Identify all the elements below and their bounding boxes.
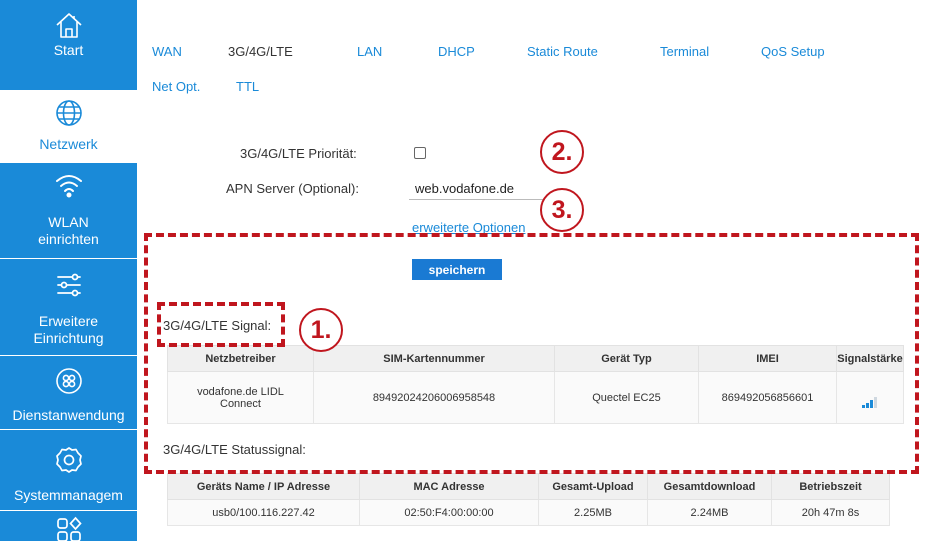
download-cell: 2.24MB: [647, 499, 772, 526]
annotation-callout-3: 3.: [540, 188, 584, 232]
sidebar-item-netzwerk[interactable]: Netzwerk: [0, 91, 137, 163]
uptime-cell: 20h 47m 8s: [771, 499, 890, 526]
priority-checkbox[interactable]: [414, 147, 426, 159]
tab-lan[interactable]: LAN: [357, 44, 382, 59]
annotation-callout-1: 1.: [299, 308, 343, 352]
sidebar-item-system[interactable]: Systemmanagem: [0, 430, 137, 510]
device-ip-cell: usb0/100.116.227.42: [167, 499, 360, 526]
status-table: Geräts Name / IP Adresse MAC Adresse Ges…: [167, 473, 890, 526]
column-header: Betriebszeit: [771, 473, 890, 500]
tab-net-opt[interactable]: Net Opt.: [152, 79, 200, 94]
sidebar-item-more[interactable]: [0, 511, 137, 541]
table-row: usb0/100.116.227.42 02:50:F4:00:00:00 2.…: [167, 499, 890, 526]
mac-address-cell: 02:50:F4:00:00:00: [359, 499, 539, 526]
wifi-icon: [52, 168, 86, 202]
table-header-row: Geräts Name / IP Adresse MAC Adresse Ges…: [167, 473, 890, 500]
sidebar-item-label: Systemmanagem: [14, 487, 123, 503]
annotation-signal-box: [157, 302, 285, 347]
apn-label: APN Server (Optional):: [226, 181, 359, 196]
sidebar-item-dienstanwendung[interactable]: Dienstanwendung: [0, 356, 137, 429]
apn-server-input[interactable]: [409, 178, 547, 200]
sidebar-item-start[interactable]: Start: [0, 0, 137, 90]
sidebar-item-label: Dienstanwendung: [12, 407, 125, 423]
annotation-callout-2: 2.: [540, 130, 584, 174]
sidebar-item-label: WLAN einrichten: [38, 214, 99, 247]
tab-terminal[interactable]: Terminal: [660, 44, 709, 59]
gear-icon: [52, 443, 86, 477]
tab-dhcp[interactable]: DHCP: [438, 44, 475, 59]
sidebar-item-label: Netzwerk: [39, 136, 98, 152]
column-header: Gesamt-Upload: [538, 473, 648, 500]
globe-icon: [52, 96, 86, 130]
tab-static-route[interactable]: Static Route: [527, 44, 598, 59]
column-header: MAC Adresse: [359, 473, 539, 500]
apps-icon: [52, 364, 86, 398]
shapes-icon: [52, 516, 86, 541]
column-header: Geräts Name / IP Adresse: [167, 473, 360, 500]
tab-3g-4g-lte[interactable]: 3G/4G/LTE: [228, 44, 293, 59]
priority-label: 3G/4G/LTE Priorität:: [240, 146, 357, 161]
sidebar-nav: Start Netzwerk WLAN einrichten Erweitere…: [0, 0, 137, 541]
sidebar-item-erweitere[interactable]: Erweitere Einrichtung: [0, 259, 137, 355]
upload-cell: 2.25MB: [538, 499, 648, 526]
tab-ttl[interactable]: TTL: [236, 79, 259, 94]
annotation-dashed-box: [144, 233, 919, 474]
sliders-icon: [52, 267, 86, 301]
sidebar-item-label: Start: [53, 42, 84, 58]
home-icon: [52, 8, 86, 42]
sidebar-item-wlan[interactable]: WLAN einrichten: [0, 163, 137, 258]
tab-wan[interactable]: WAN: [152, 44, 182, 59]
column-header: Gesamtdownload: [647, 473, 772, 500]
sidebar-item-label: Erweitere Einrichtung: [33, 313, 104, 346]
tab-qos-setup[interactable]: QoS Setup: [761, 44, 825, 59]
